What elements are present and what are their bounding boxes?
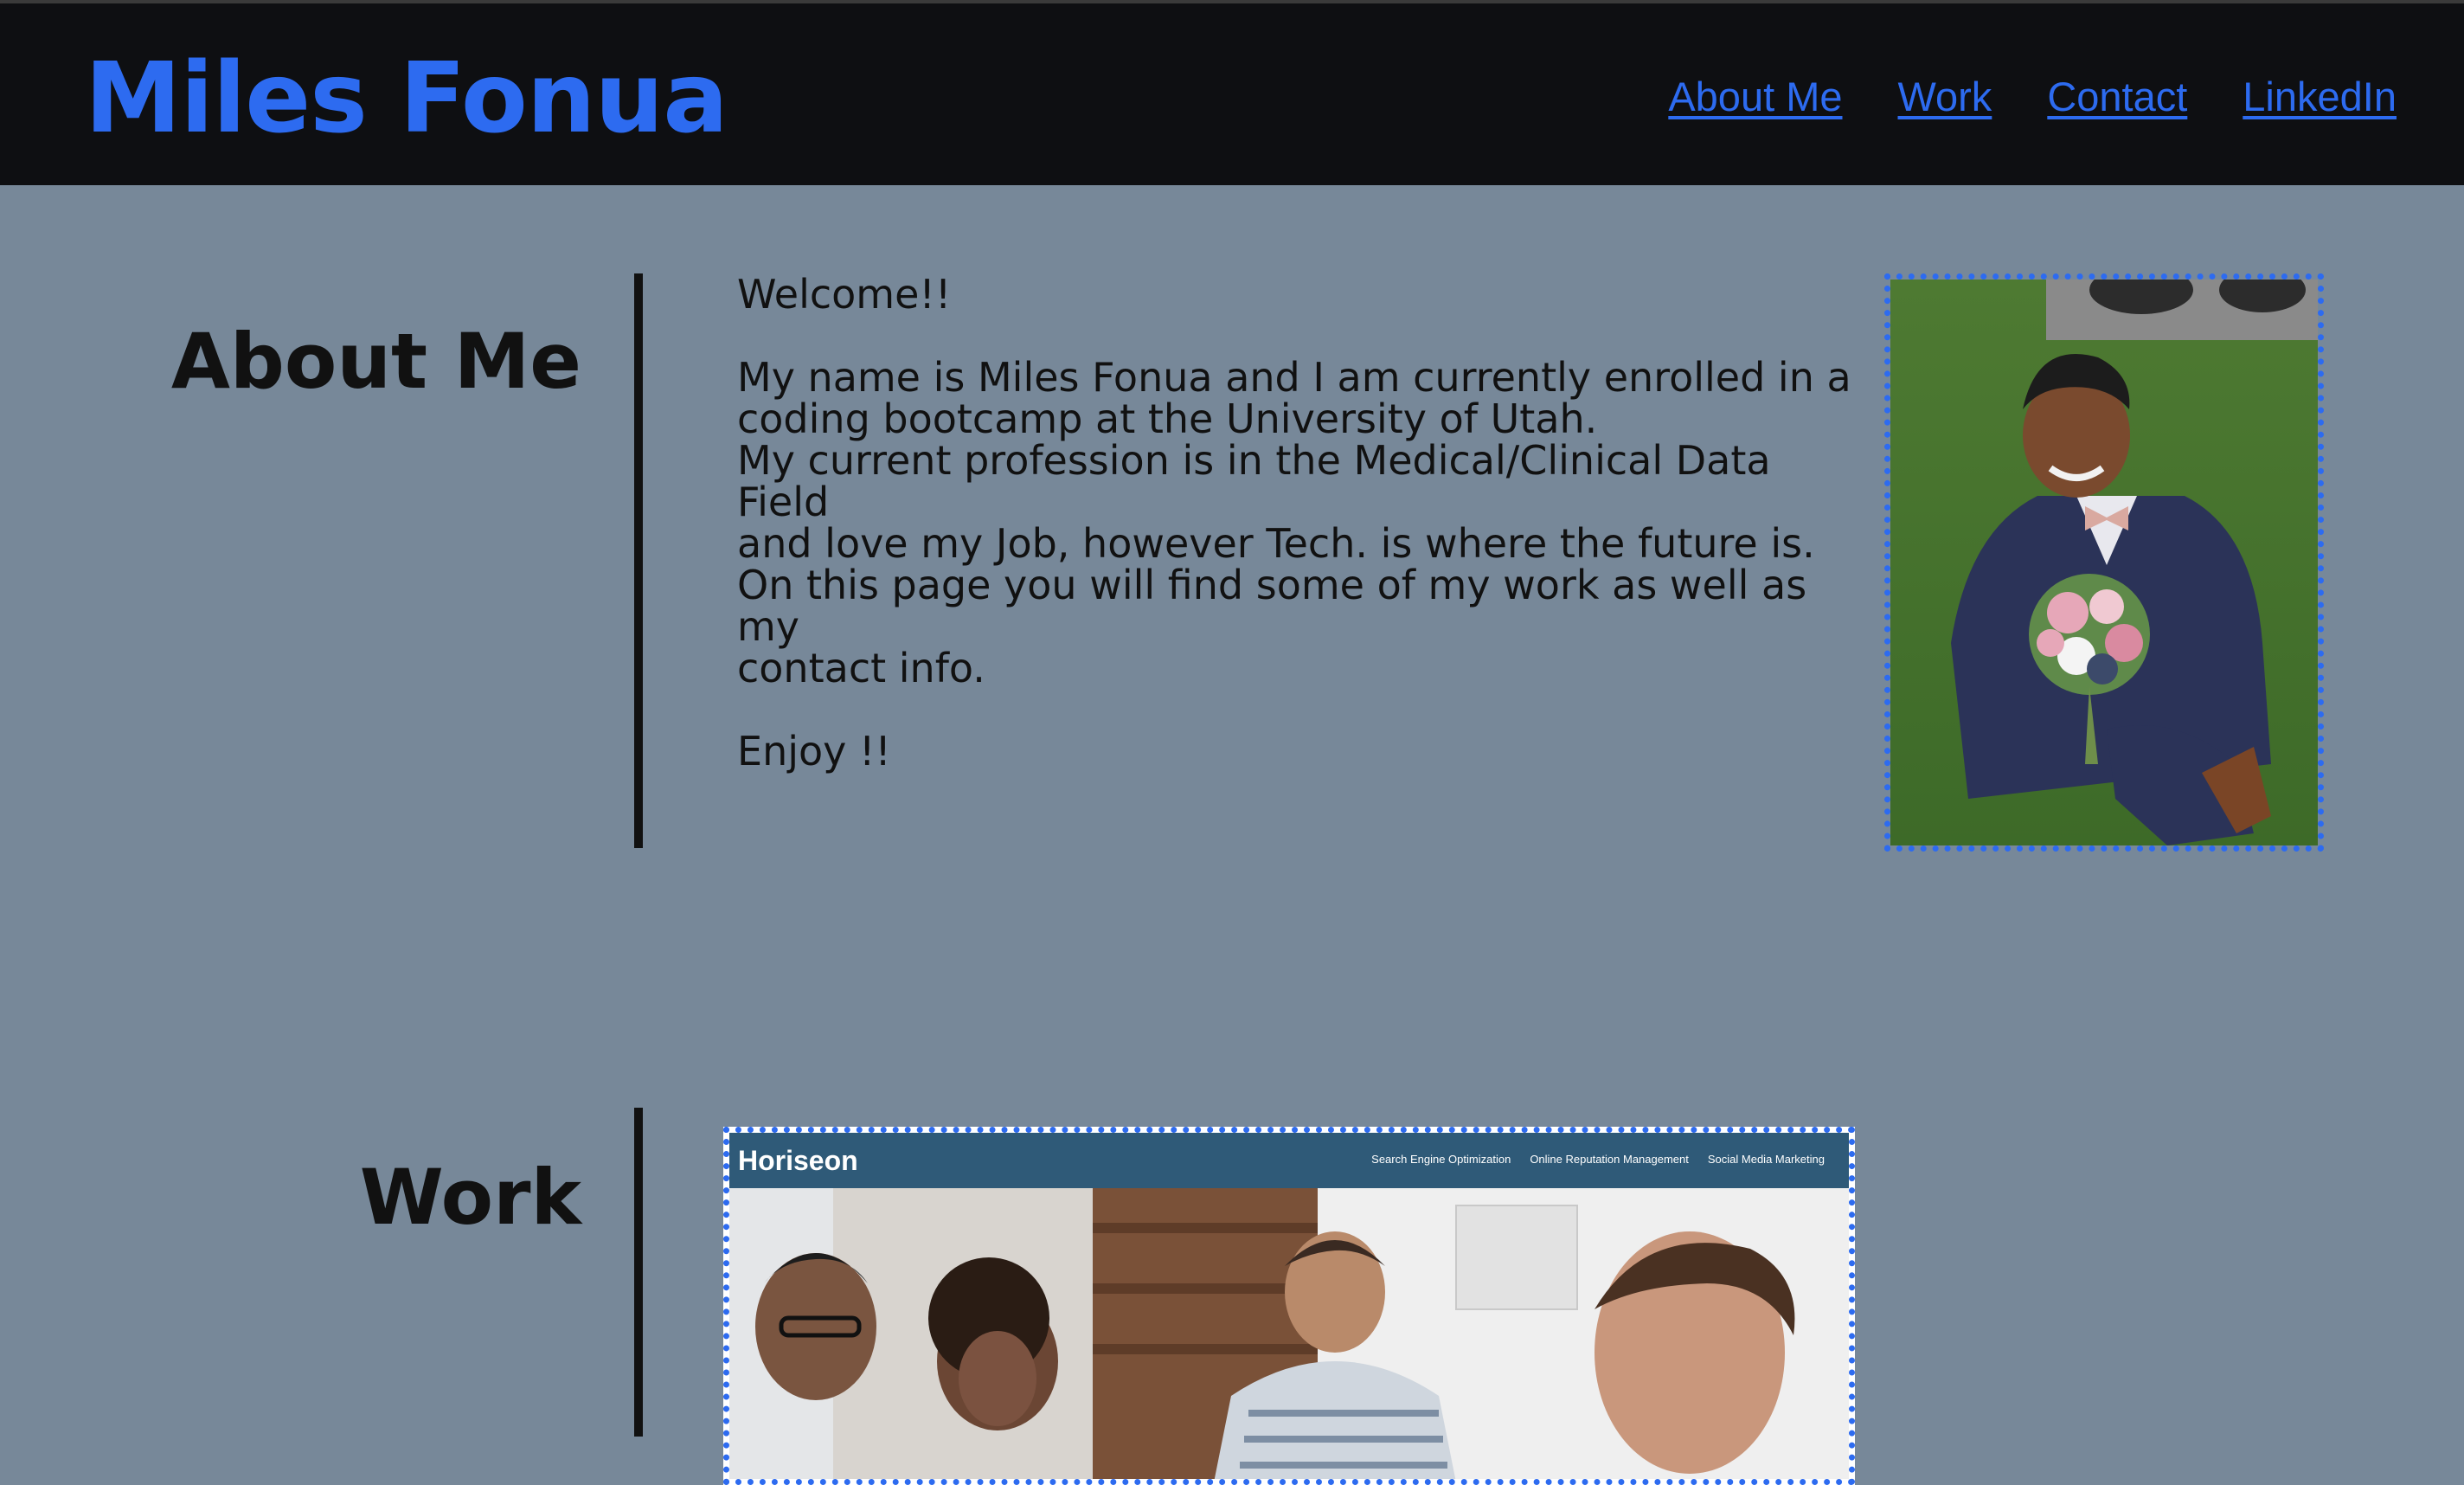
project-brand: Horiseon <box>738 1145 858 1176</box>
site-header: Miles Fonua About Me Work Contact Linked… <box>0 3 2464 185</box>
project-nav-link: Online Reputation Management <box>1530 1153 1689 1166</box>
welcome-line: Welcome!! <box>737 271 952 318</box>
profile-photo <box>1884 273 2324 852</box>
bio-line: My name is Miles Fonua and I am currentl… <box>737 354 1851 401</box>
work-divider <box>634 1108 643 1437</box>
site-title: Miles Fonua <box>85 42 728 155</box>
project-nav-links: Search Engine Optimization Online Reputa… <box>1371 1152 1825 1167</box>
bio-line: and love my Job, however Tech. is where … <box>737 520 1815 567</box>
about-heading: About Me <box>170 317 581 406</box>
bio-line: On this page you will find some of my wo… <box>737 562 1807 650</box>
project-nav-link: Search Engine Optimization <box>1371 1153 1511 1166</box>
closing-line: Enjoy !! <box>737 728 891 775</box>
about-divider <box>634 273 643 848</box>
nav-link-linkedin[interactable]: LinkedIn <box>2243 73 2397 121</box>
nav-link-contact[interactable]: Contact <box>2047 73 2187 121</box>
work-heading: Work <box>359 1153 581 1242</box>
bio-line: My current profession is in the Medical/… <box>737 437 1771 525</box>
project-hero-image-icon <box>729 1188 1849 1479</box>
nav-link-about-me[interactable]: About Me <box>1668 73 1842 121</box>
about-text: Welcome!! My name is Miles Fonua and I a… <box>737 273 1862 772</box>
project-nav-link: Social Media Marketing <box>1707 1153 1825 1166</box>
bio-line: contact info. <box>737 645 985 691</box>
work-project-preview[interactable]: Horiseon Search Engine Optimization Onli… <box>723 1127 1855 1485</box>
bio-line: coding bootcamp at the University of Uta… <box>737 395 1598 442</box>
portrait-photo-icon <box>1890 280 2318 845</box>
nav-link-work[interactable]: Work <box>1898 73 1992 121</box>
main-nav: About Me Work Contact LinkedIn <box>1668 73 2397 121</box>
project-nav-bar: Horiseon Search Engine Optimization Onli… <box>729 1133 1849 1188</box>
